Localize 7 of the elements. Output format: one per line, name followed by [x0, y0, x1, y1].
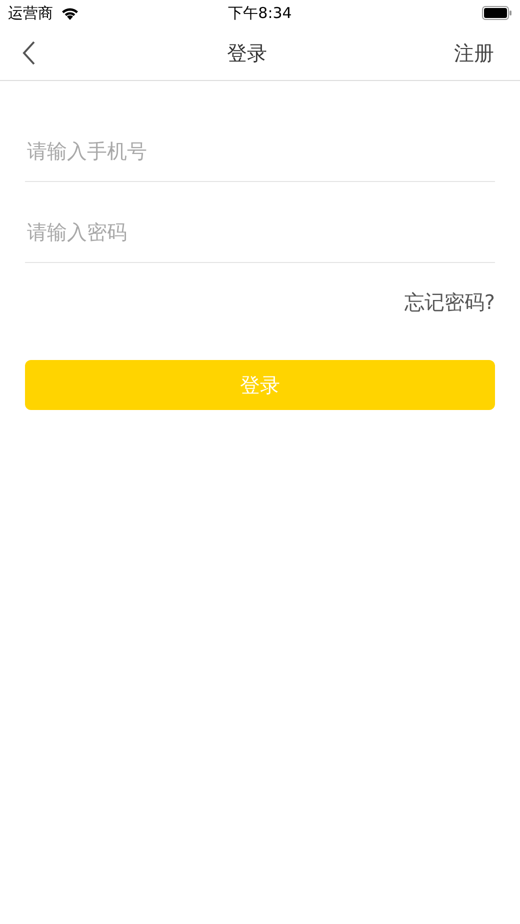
clock-time: 下午8:34 [228, 4, 292, 22]
battery-icon [482, 6, 512, 20]
forgot-password-link[interactable]: 忘记密码? [404, 289, 495, 316]
wifi-icon [61, 6, 79, 20]
page-title: 登录 [227, 40, 267, 66]
carrier-name: 运营商 [8, 4, 53, 22]
register-link[interactable]: 注册 [454, 40, 494, 66]
